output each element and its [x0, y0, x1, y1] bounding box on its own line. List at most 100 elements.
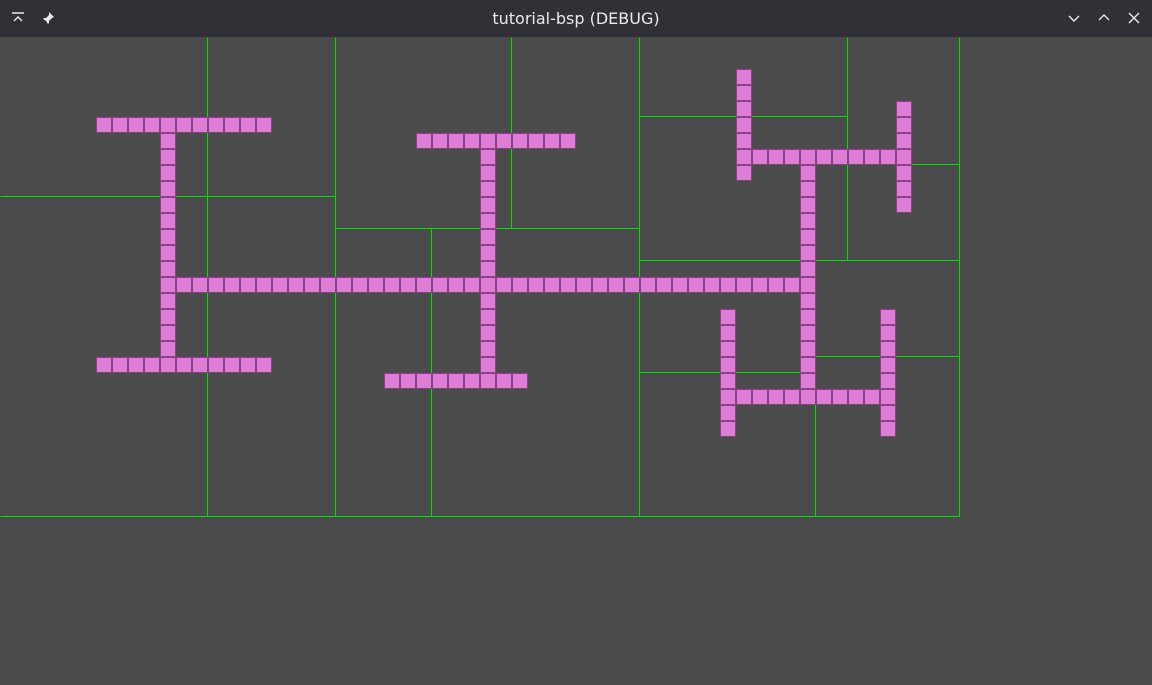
- floor-tile: [240, 357, 256, 373]
- floor-tile: [720, 309, 736, 325]
- game-canvas[interactable]: [0, 37, 1152, 685]
- floor-tile: [528, 133, 544, 149]
- floor-tile: [768, 149, 784, 165]
- floor-tile: [176, 357, 192, 373]
- floor-tile: [352, 277, 368, 293]
- floor-tile: [208, 357, 224, 373]
- floor-tile: [512, 277, 528, 293]
- floor-tile: [880, 341, 896, 357]
- floor-tile: [480, 149, 496, 165]
- floor-tile: [144, 117, 160, 133]
- floor-tile: [800, 277, 816, 293]
- floor-tile: [480, 293, 496, 309]
- floor-tile: [96, 117, 112, 133]
- floor-tile: [800, 245, 816, 261]
- floor-tile: [480, 197, 496, 213]
- floor-tile: [144, 357, 160, 373]
- floor-tile: [816, 149, 832, 165]
- floor-tile: [160, 181, 176, 197]
- floor-tile: [736, 165, 752, 181]
- window-title: tutorial-bsp (DEBUG): [492, 9, 660, 28]
- floor-tile: [896, 101, 912, 117]
- floor-tile: [464, 133, 480, 149]
- floor-tile: [864, 389, 880, 405]
- floor-tile: [160, 261, 176, 277]
- floor-tile: [736, 277, 752, 293]
- floor-tile: [688, 277, 704, 293]
- floor-tile: [160, 213, 176, 229]
- floor-tile: [880, 373, 896, 389]
- floor-tile: [800, 309, 816, 325]
- floor-tile: [880, 149, 896, 165]
- floor-tile: [528, 277, 544, 293]
- floor-tile: [448, 373, 464, 389]
- floor-tile: [752, 149, 768, 165]
- floor-tile: [864, 149, 880, 165]
- floor-tile: [656, 277, 672, 293]
- floor-tile: [800, 149, 816, 165]
- floor-tile: [736, 101, 752, 117]
- floor-tile: [800, 229, 816, 245]
- floor-tile: [336, 277, 352, 293]
- floor-tile: [736, 117, 752, 133]
- floor-tile: [224, 277, 240, 293]
- floor-tile: [128, 357, 144, 373]
- floor-tile: [784, 389, 800, 405]
- floor-tile: [288, 277, 304, 293]
- floor-tile: [448, 277, 464, 293]
- floor-tile: [880, 309, 896, 325]
- floor-tile: [832, 389, 848, 405]
- floor-tile: [592, 277, 608, 293]
- floor-tile: [800, 181, 816, 197]
- floor-tile: [480, 373, 496, 389]
- floor-tile: [192, 117, 208, 133]
- floor-tile: [576, 277, 592, 293]
- floor-tile: [720, 421, 736, 437]
- maximize-icon[interactable]: [1092, 6, 1116, 30]
- floor-tile: [512, 373, 528, 389]
- floor-tile: [160, 341, 176, 357]
- floor-tile: [800, 293, 816, 309]
- bsp-scene: [0, 37, 960, 517]
- floor-tile: [736, 149, 752, 165]
- floor-tile: [128, 117, 144, 133]
- floor-tile: [880, 405, 896, 421]
- floor-tile: [480, 181, 496, 197]
- title-bar: tutorial-bsp (DEBUG): [0, 0, 1152, 37]
- floor-tile: [416, 133, 432, 149]
- floor-tile: [896, 181, 912, 197]
- floor-tile: [720, 373, 736, 389]
- floor-tile: [896, 117, 912, 133]
- floor-tile: [896, 133, 912, 149]
- floor-tile: [816, 389, 832, 405]
- floor-tile: [720, 405, 736, 421]
- floor-tile: [496, 133, 512, 149]
- floor-tile: [720, 389, 736, 405]
- floor-tile: [224, 117, 240, 133]
- floor-tile: [880, 357, 896, 373]
- floor-tile: [160, 277, 176, 293]
- close-icon[interactable]: [1122, 6, 1146, 30]
- floor-tile: [880, 389, 896, 405]
- floor-tile: [432, 133, 448, 149]
- floor-tile: [720, 277, 736, 293]
- floor-tile: [480, 277, 496, 293]
- floor-tile: [848, 389, 864, 405]
- floor-tile: [480, 133, 496, 149]
- floor-tile: [720, 341, 736, 357]
- floor-tile: [240, 117, 256, 133]
- floor-tile: [800, 165, 816, 181]
- floor-tile: [480, 229, 496, 245]
- floor-tile: [800, 373, 816, 389]
- floor-tile: [416, 373, 432, 389]
- floor-tile: [96, 357, 112, 373]
- floor-tile: [544, 277, 560, 293]
- floor-tile: [480, 357, 496, 373]
- floor-tile: [896, 165, 912, 181]
- floor-tile: [400, 277, 416, 293]
- minimize-icon[interactable]: [1062, 6, 1086, 30]
- floor-tile: [544, 133, 560, 149]
- floor-tile: [176, 277, 192, 293]
- floor-tile: [432, 373, 448, 389]
- floor-tile: [736, 389, 752, 405]
